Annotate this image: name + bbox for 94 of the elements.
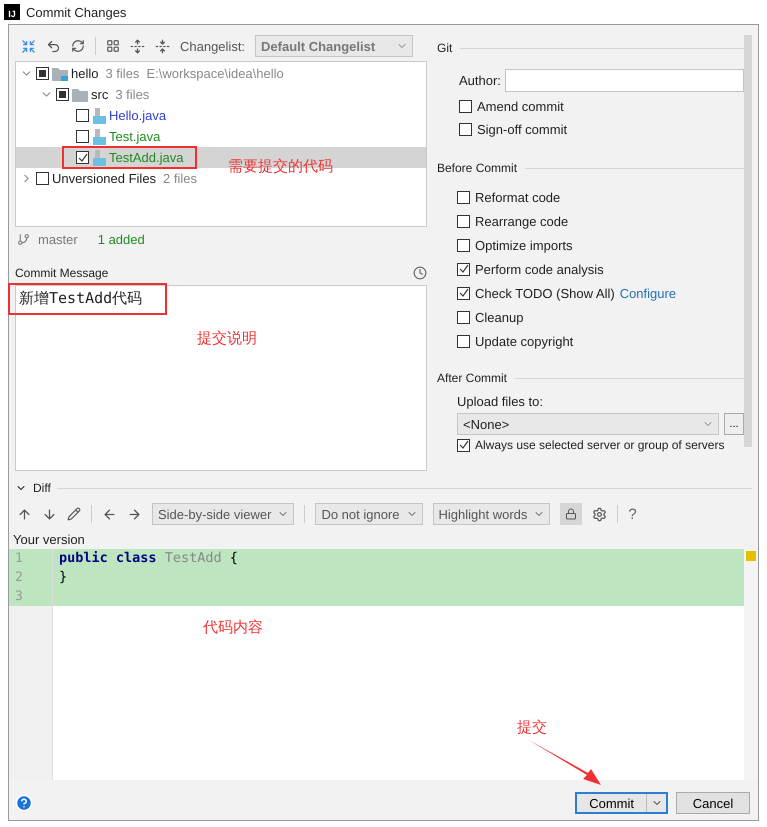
collapse-all-icon[interactable] — [155, 38, 170, 54]
java-file-icon — [92, 150, 106, 166]
browse-button[interactable]: ... — [724, 413, 744, 435]
file-name: src — [91, 87, 108, 102]
group-by-icon[interactable] — [106, 39, 120, 53]
file-count: 2 files — [163, 171, 198, 186]
annotation-text: 提交 — [517, 718, 547, 737]
arrow-right-icon[interactable] — [127, 506, 142, 522]
upload-target-dropdown[interactable]: <None> — [457, 413, 719, 435]
expand-all-icon[interactable] — [130, 38, 145, 54]
highlight-dropdown[interactable]: Highlight words — [432, 503, 550, 525]
refresh-icon[interactable] — [71, 39, 85, 53]
previous-change-icon[interactable] — [17, 506, 32, 522]
ignore-dropdown[interactable]: Do not ignore — [315, 503, 422, 525]
option-label: Always use selected server or group of servers — [475, 438, 724, 452]
tree-row[interactable]: src 3 files — [16, 84, 426, 105]
checkbox[interactable] — [36, 67, 49, 80]
commit-button-label[interactable]: Commit — [577, 794, 646, 812]
line-number: 3 — [9, 587, 52, 606]
changelist-dropdown[interactable]: Default Changelist — [255, 35, 414, 57]
next-change-icon[interactable] — [42, 506, 57, 522]
collapse-arrows-icon[interactable] — [21, 38, 36, 54]
tree-row[interactable]: Hello.java — [16, 105, 426, 126]
change-summary: 1 added — [98, 232, 145, 246]
checkbox[interactable] — [56, 88, 69, 101]
folder-path: E:\workspace\idea\hello — [146, 66, 284, 81]
annotation-text: 代码内容 — [203, 618, 263, 637]
window-title: Commit Changes — [26, 4, 126, 20]
file-name: Test.java — [109, 129, 160, 144]
tree-row[interactable]: hello 3 files E:\workspace\idea\hello — [16, 63, 426, 84]
file-name: TestAdd.java — [109, 150, 184, 165]
version-label: Your version — [13, 532, 85, 546]
file-count: 3 files — [105, 66, 140, 81]
java-file-icon — [92, 128, 106, 144]
help-button[interactable]: ? — [628, 506, 637, 522]
section-title: After Commit — [437, 371, 508, 385]
checkbox[interactable] — [457, 286, 470, 300]
option-label: Cleanup — [475, 310, 524, 324]
undo-icon[interactable] — [46, 38, 61, 54]
option-label: Optimize imports — [475, 238, 573, 252]
checkbox[interactable] — [36, 172, 49, 185]
author-field[interactable] — [504, 68, 744, 92]
option-label: Rearrange code — [475, 214, 568, 228]
checkbox[interactable] — [457, 334, 470, 348]
file-name: Unversioned Files — [52, 171, 156, 186]
annotation-text: 提交说明 — [197, 329, 257, 348]
branch-icon — [17, 232, 30, 246]
option-label: Update copyright — [475, 334, 574, 348]
checkbox[interactable] — [76, 151, 89, 164]
change-marker-icon — [746, 551, 756, 561]
diff-title: Diff — [33, 481, 51, 495]
checkbox[interactable] — [76, 109, 89, 122]
section-title: Before Commit — [437, 161, 518, 175]
history-icon[interactable] — [413, 266, 427, 280]
option-label: Perform code analysis — [475, 262, 604, 276]
upload-label: Upload files to: — [457, 394, 543, 408]
checkbox[interactable] — [457, 190, 470, 204]
module-folder-icon — [52, 66, 68, 80]
commit-button[interactable]: Commit — [575, 792, 668, 814]
commit-message-label: Commit Message — [15, 266, 108, 280]
checkbox[interactable] — [76, 130, 89, 143]
settings-icon[interactable] — [592, 506, 608, 522]
checkbox[interactable] — [457, 262, 470, 276]
edit-icon[interactable] — [67, 507, 81, 521]
viewer-dropdown[interactable]: Side-by-side viewer — [152, 503, 294, 525]
line-number: 2 — [9, 568, 52, 587]
line-number: 1 — [9, 549, 52, 568]
cancel-button[interactable]: Cancel — [676, 792, 750, 814]
checkbox[interactable] — [457, 310, 470, 324]
file-name: Hello.java — [109, 108, 166, 123]
lock-button[interactable] — [560, 503, 582, 525]
lock-icon — [565, 508, 578, 520]
help-icon[interactable] — [15, 794, 33, 812]
checkbox[interactable] — [457, 238, 470, 252]
checkbox[interactable] — [459, 100, 472, 113]
branch-name: master — [38, 232, 78, 246]
folder-icon — [72, 88, 88, 102]
option-label: Sign-off commit — [477, 122, 568, 137]
checkbox[interactable] — [459, 123, 472, 136]
configure-link[interactable]: Configure — [620, 286, 676, 300]
section-title: Git — [437, 41, 452, 55]
changelist-label: Changelist: — [180, 38, 246, 54]
java-file-icon — [92, 108, 106, 124]
scrollbar[interactable] — [744, 35, 752, 447]
checkbox[interactable] — [457, 438, 470, 452]
checkbox[interactable] — [457, 214, 470, 228]
file-name: hello — [71, 66, 98, 81]
file-count: 3 files — [115, 87, 150, 102]
option-label: Reformat code — [475, 190, 560, 204]
option-label: Check TODO (Show All) — [475, 286, 615, 300]
option-label: Amend commit — [477, 99, 564, 114]
app-logo: IJ — [4, 4, 20, 20]
author-label: Author: — [459, 72, 501, 88]
tree-row[interactable]: Test.java — [16, 126, 426, 147]
